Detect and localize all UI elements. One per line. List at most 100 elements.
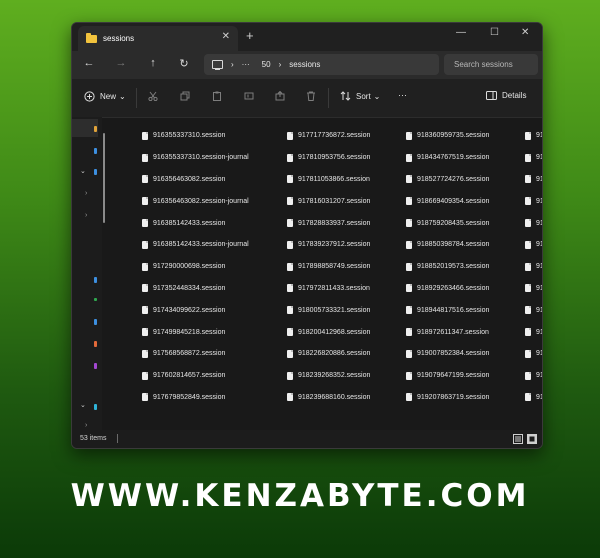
list-item[interactable]: 918850398784.session <box>406 234 489 256</box>
cut-icon[interactable] <box>148 91 158 101</box>
tab-sessions[interactable]: sessions ✕ <box>78 26 238 51</box>
list-item[interactable]: 91 <box>525 365 542 387</box>
close-window-button[interactable]: ✕ <box>521 27 529 38</box>
new-tab-button[interactable]: + <box>246 28 254 43</box>
list-item[interactable]: 917810953756.session <box>287 147 370 169</box>
list-item[interactable]: 918200412968.session <box>287 321 370 343</box>
folder-icon <box>86 32 97 43</box>
list-item[interactable]: 919007852384.session <box>406 343 489 365</box>
chevron-right-icon[interactable]: › <box>85 422 87 429</box>
this-pc-icon <box>94 404 97 410</box>
list-item[interactable]: 917717736872.session <box>287 125 370 147</box>
list-item[interactable]: 91 <box>525 169 542 191</box>
website-watermark: WWW.KENZABYTE.COM <box>70 478 530 514</box>
list-item[interactable]: 91 <box>525 387 542 409</box>
chevron-down-icon[interactable]: ⌄ <box>80 401 86 409</box>
list-item[interactable]: 918852019573.session <box>406 256 489 278</box>
chevron-down-icon[interactable]: ⌄ <box>80 167 86 175</box>
list-item[interactable]: 917811053866.session <box>287 169 370 191</box>
rename-icon[interactable] <box>244 91 254 101</box>
list-item[interactable]: 916385142433.session <box>142 212 249 234</box>
list-item[interactable]: 916356463082.session-journal <box>142 190 249 212</box>
list-item[interactable]: 918434767519.session <box>406 147 489 169</box>
list-item[interactable]: 916355337310.session-journal <box>142 147 249 169</box>
list-item[interactable]: 916385142433.session-journal <box>142 234 249 256</box>
navigation-scrollbar[interactable] <box>103 133 105 223</box>
breadcrumb-item-50[interactable]: 50 <box>262 60 271 69</box>
details-view-button[interactable] <box>513 434 523 446</box>
list-item[interactable]: 917290000698.session <box>142 256 249 278</box>
onedrive-icon <box>94 169 97 175</box>
list-item[interactable]: 917602814657.session <box>142 365 249 387</box>
list-item[interactable]: 918226820886.session <box>287 343 370 365</box>
maximize-button[interactable]: ☐ <box>490 27 499 38</box>
list-item[interactable]: 917972811433.session <box>287 278 370 300</box>
file-icon <box>142 349 148 358</box>
forward-button[interactable]: → <box>113 57 129 69</box>
up-button[interactable]: ↑ <box>145 57 161 69</box>
list-item[interactable]: 919079647199.session <box>406 365 489 387</box>
pictures-icon <box>94 341 97 347</box>
sort-button[interactable]: Sort ⌄ <box>340 91 380 101</box>
list-item[interactable]: 917434099622.session <box>142 299 249 321</box>
new-button[interactable]: New ⌄ <box>84 91 126 102</box>
list-item[interactable]: 91 <box>525 125 542 147</box>
list-item[interactable]: 918972611347.session <box>406 321 489 343</box>
file-icon <box>525 262 531 271</box>
file-name: 91 <box>536 154 542 162</box>
tab-close-icon[interactable]: ✕ <box>222 31 230 42</box>
list-item[interactable]: 918239268352.session <box>287 365 370 387</box>
list-item[interactable]: 917499845218.session <box>142 321 249 343</box>
list-item[interactable]: 918669409354.session <box>406 190 489 212</box>
file-icon <box>287 262 293 271</box>
list-item[interactable]: 917352448334.session <box>142 278 249 300</box>
list-item[interactable]: 918360959735.session <box>406 125 489 147</box>
list-item[interactable]: 91 <box>525 147 542 169</box>
list-item[interactable]: 917679852849.session <box>142 387 249 409</box>
list-item[interactable]: 917839237912.session <box>287 234 370 256</box>
file-name: 917434099622.session <box>153 306 226 314</box>
list-item[interactable]: 918005733321.session <box>287 299 370 321</box>
file-icon <box>406 371 412 380</box>
list-item[interactable]: 918929263466.session <box>406 278 489 300</box>
list-item[interactable]: 91 <box>525 256 542 278</box>
list-item[interactable]: 918759208435.session <box>406 212 489 234</box>
refresh-button[interactable]: ↻ <box>176 57 192 70</box>
list-item[interactable]: 917568568872.session <box>142 343 249 365</box>
large-icons-view-button[interactable] <box>527 434 537 446</box>
chevron-right-icon[interactable]: › <box>85 212 87 219</box>
details-button[interactable]: Details <box>486 91 526 100</box>
breadcrumb-item-sessions[interactable]: sessions <box>289 60 320 69</box>
list-item[interactable]: 917828833937.session <box>287 212 370 234</box>
more-options-button[interactable]: ··· <box>398 90 407 100</box>
list-item[interactable]: 918527724276.session <box>406 169 489 191</box>
list-item[interactable]: 917816031207.session <box>287 190 370 212</box>
list-item[interactable]: 91 <box>525 321 542 343</box>
list-item[interactable]: 91 <box>525 190 542 212</box>
sort-label: Sort <box>356 91 371 101</box>
breadcrumb-overflow[interactable]: ··· <box>242 60 250 69</box>
paste-icon[interactable] <box>212 91 222 101</box>
share-icon[interactable] <box>275 91 285 101</box>
file-name: 918200412968.session <box>298 328 371 336</box>
copy-icon[interactable] <box>180 91 190 101</box>
list-item[interactable]: 91 <box>525 343 542 365</box>
list-item[interactable]: 91 <box>525 299 542 321</box>
list-item[interactable]: 917898858749.session <box>287 256 370 278</box>
list-item[interactable]: 918239688160.session <box>287 387 370 409</box>
list-item[interactable]: 916356463082.session <box>142 169 249 191</box>
breadcrumb[interactable]: › ··· 50 › sessions <box>204 54 439 75</box>
list-item[interactable]: 91 <box>525 278 542 300</box>
back-button[interactable]: ← <box>81 57 97 69</box>
delete-icon[interactable] <box>306 91 316 101</box>
list-item[interactable]: 916355337310.session <box>142 125 249 147</box>
list-item[interactable]: 918944817516.session <box>406 299 489 321</box>
file-icon <box>406 284 412 293</box>
minimize-button[interactable]: — <box>456 27 466 38</box>
file-name: 917352448334.session <box>153 284 226 292</box>
search-input[interactable]: Search sessions <box>444 54 538 75</box>
list-item[interactable]: 91 <box>525 234 542 256</box>
list-item[interactable]: 91 <box>525 212 542 234</box>
chevron-right-icon[interactable]: › <box>85 190 87 197</box>
list-item[interactable]: 919207863719.session <box>406 387 489 409</box>
